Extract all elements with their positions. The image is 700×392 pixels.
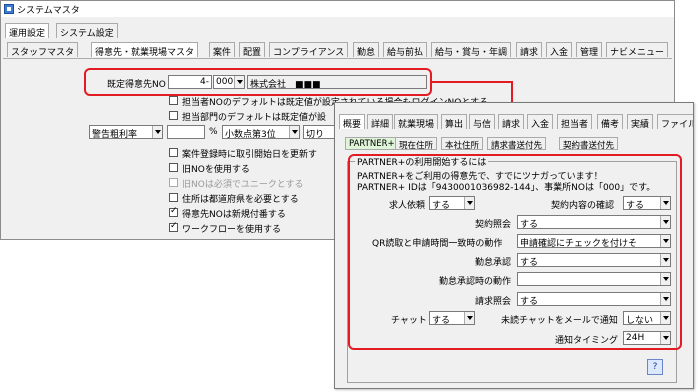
panel-tab-overview[interactable]: 概要 bbox=[339, 114, 366, 130]
panel-tab-notes[interactable]: 備考 bbox=[597, 114, 624, 130]
panel-tab-detail[interactable]: 詳細 bbox=[367, 114, 394, 130]
subtab-partner-plus[interactable]: PARTNER+ bbox=[345, 137, 399, 150]
panel-tab-worksite[interactable]: 就業現場 bbox=[394, 114, 439, 130]
subtab-hq-address[interactable]: 本社住所 bbox=[441, 137, 484, 151]
subtab-contract-dest[interactable]: 契約書送付先 bbox=[559, 137, 619, 151]
panel-tab-billing[interactable]: 請求 bbox=[498, 114, 525, 130]
panel-tab-results[interactable]: 実績 bbox=[627, 114, 654, 130]
panel-tab-calc[interactable]: 算出 bbox=[441, 114, 468, 130]
panel-tab-staff[interactable]: 担当者 bbox=[557, 114, 593, 130]
highlight-partner-plus bbox=[348, 154, 682, 350]
help-button[interactable]: ? bbox=[647, 359, 663, 375]
panel-tab-credit[interactable]: 与信 bbox=[469, 114, 496, 130]
panel-tab-files[interactable]: ファイル bbox=[657, 114, 693, 130]
subtab-current-address[interactable]: 現在住所 bbox=[395, 137, 438, 151]
panel-tab-payment[interactable]: 入金 bbox=[527, 114, 554, 130]
subtab-invoice-dest[interactable]: 請求書送付先 bbox=[487, 137, 547, 151]
